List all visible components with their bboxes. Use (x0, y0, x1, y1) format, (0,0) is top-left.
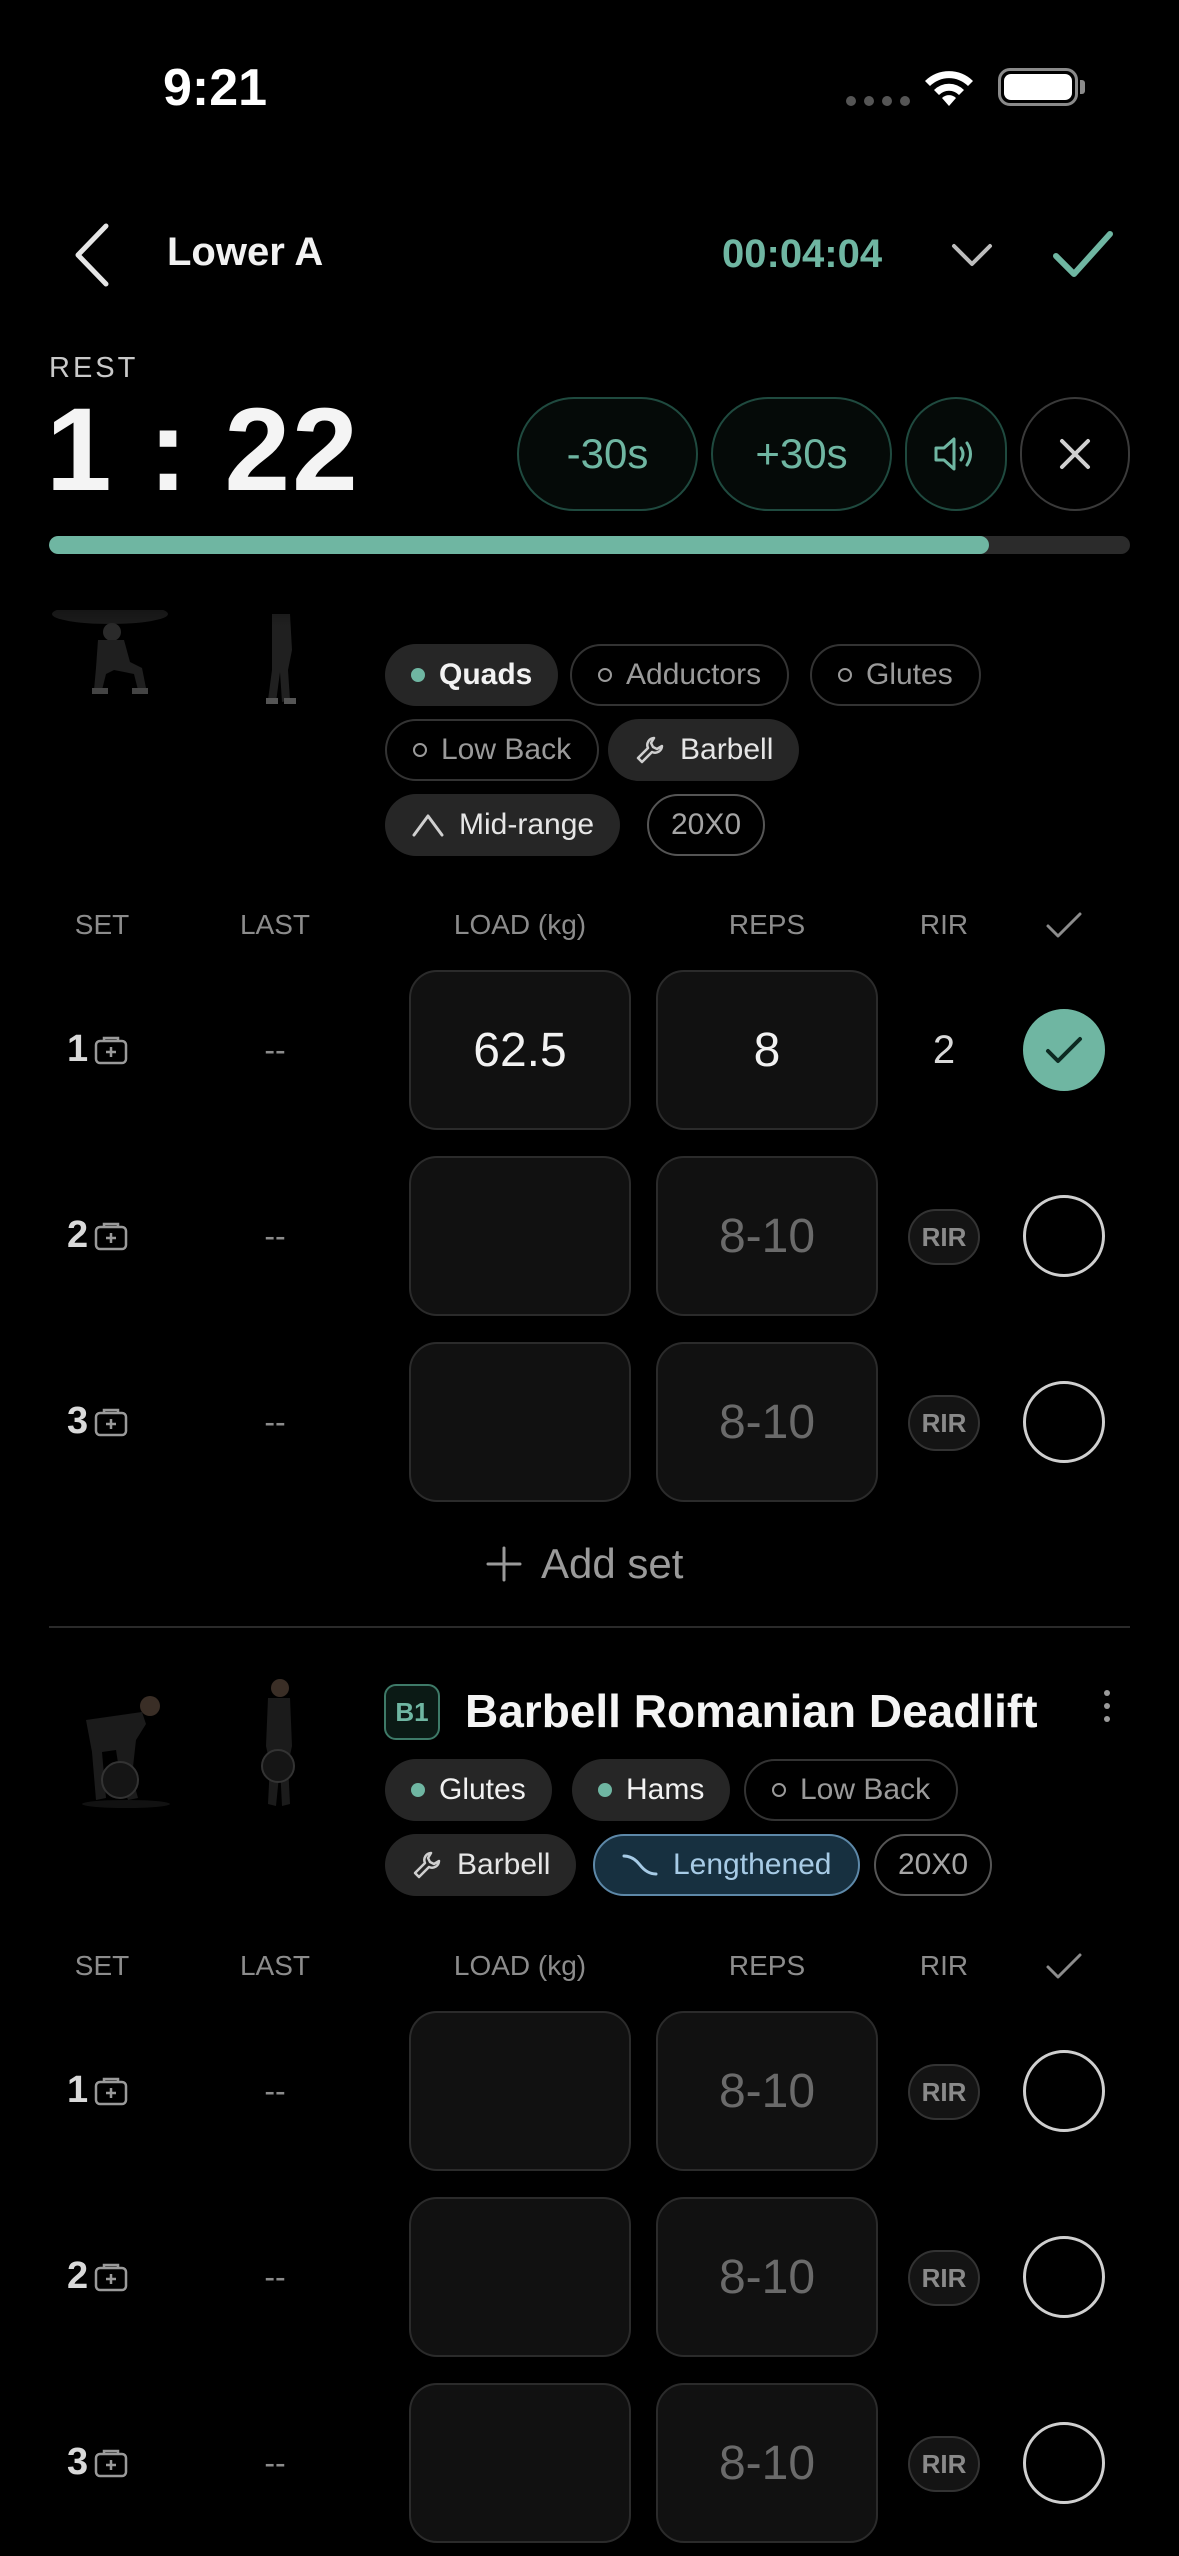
status-time: 9:21 (163, 59, 268, 117)
rest-label: REST (49, 352, 139, 384)
reps-input[interactable]: 8-10 (656, 1342, 878, 1502)
rir-input[interactable]: RIR (908, 2250, 980, 2306)
check-icon (1046, 1037, 1082, 1063)
muscle-chip-adductors[interactable]: Adductors (570, 644, 790, 706)
plus-icon (486, 1546, 522, 1582)
rest-progress-bar (49, 536, 1130, 554)
rest-countdown: 1 : 22 (46, 384, 360, 516)
muscle-chip-low-back[interactable]: Low Back (385, 719, 600, 781)
column-header-set: SET (74, 909, 130, 940)
column-header-load: LOAD (kg) (453, 1950, 587, 1981)
last-value: -- (264, 1404, 286, 1440)
rir-value[interactable]: 2 (904, 1028, 984, 1073)
exercise-thumbnail-rdl-bottom (82, 1696, 170, 1808)
peak-icon (412, 814, 444, 837)
wrench-icon (636, 736, 664, 764)
set-complete-toggle[interactable] (1023, 1381, 1105, 1463)
table-row-set-number[interactable]: 3 (67, 2441, 128, 2484)
reps-input[interactable]: 8-10 (656, 2197, 878, 2357)
reps-input[interactable]: 8-10 (656, 2011, 878, 2171)
column-header-set: SET (74, 1950, 130, 1981)
table-row-set-number[interactable]: 1 (67, 2069, 128, 2112)
back-chevron-icon[interactable] (70, 222, 114, 288)
column-header-check-icon (1046, 912, 1082, 938)
column-header-reps: REPS (728, 1950, 806, 1981)
add-note-icon (94, 1408, 128, 1436)
table-row-set-number[interactable]: 2 (67, 1214, 128, 1257)
set-complete-toggle[interactable] (1023, 1195, 1105, 1277)
exercise-divider (49, 1626, 1130, 1628)
more-options-icon[interactable] (1104, 1690, 1110, 1722)
rest-dismiss-button[interactable] (1020, 397, 1130, 511)
set-complete-toggle[interactable] (1023, 1009, 1105, 1091)
muscle-chip-glutes[interactable]: Glutes (385, 1759, 552, 1821)
cellular-signal-icon (846, 96, 910, 106)
muscle-chip-quads[interactable]: Quads (385, 644, 559, 706)
last-value: -- (264, 2259, 286, 2295)
battery-icon (998, 68, 1078, 106)
tempo-chip[interactable]: 20X0 (874, 1834, 993, 1896)
muscle-chip-hams[interactable]: Hams (572, 1759, 731, 1821)
rest-minus-30s-button[interactable]: -30s (517, 397, 698, 511)
add-note-icon (94, 2263, 128, 2291)
rir-input[interactable]: RIR (908, 2064, 980, 2120)
lengthened-curve-icon (622, 1854, 658, 1876)
column-header-reps: REPS (728, 909, 806, 940)
set-complete-toggle[interactable] (1023, 2236, 1105, 2318)
last-value: -- (264, 2073, 286, 2109)
muscle-chip-glutes[interactable]: Glutes (810, 644, 981, 706)
rir-input[interactable]: RIR (908, 1209, 980, 1265)
rir-input[interactable]: RIR (908, 2436, 980, 2492)
equipment-chip-barbell[interactable]: Barbell (385, 1834, 577, 1896)
column-header-check-icon (1046, 1953, 1082, 1979)
close-icon (1060, 439, 1090, 469)
last-value: -- (264, 2445, 286, 2481)
reps-input[interactable]: 8-10 (656, 2383, 878, 2543)
tempo-chip[interactable]: 20X0 (647, 794, 766, 856)
equipment-chip-barbell[interactable]: Barbell (608, 719, 800, 781)
reps-input[interactable]: 8 (656, 970, 878, 1130)
set-complete-toggle[interactable] (1023, 2050, 1105, 2132)
add-note-icon (94, 1222, 128, 1250)
wifi-icon (925, 71, 973, 106)
range-chip-mid-range[interactable]: Mid-range (385, 794, 621, 856)
table-row-set-number[interactable]: 2 (67, 2255, 128, 2298)
add-note-icon (94, 1036, 128, 1064)
table-row-set-number[interactable]: 1 (67, 1028, 128, 1071)
column-header-last: LAST (239, 909, 311, 940)
column-header-rir: RIR (919, 1950, 969, 1981)
column-header-load: LOAD (kg) (453, 909, 587, 940)
add-note-icon (94, 2077, 128, 2105)
workout-elapsed-timer[interactable]: 00:04:04 (722, 232, 882, 277)
range-chip-lengthened[interactable]: Lengthened (593, 1834, 860, 1896)
last-value: -- (264, 1218, 286, 1254)
add-set-button[interactable]: Add set (485, 1540, 683, 1588)
chevron-down-icon[interactable] (950, 242, 994, 270)
finish-workout-check-icon[interactable] (1052, 228, 1114, 280)
table-row-set-number[interactable]: 3 (67, 1400, 128, 1443)
reps-input[interactable]: 8-10 (656, 1156, 878, 1316)
speaker-icon (934, 437, 972, 471)
rest-plus-30s-button[interactable]: +30s (711, 397, 892, 511)
load-input[interactable] (409, 1342, 631, 1502)
column-header-last: LAST (239, 1950, 311, 1981)
load-input[interactable] (409, 2011, 631, 2171)
rir-input[interactable]: RIR (908, 1395, 980, 1451)
load-input[interactable] (409, 2383, 631, 2543)
exercise-thumbnail-rdl-top (261, 1679, 295, 1806)
add-note-icon (94, 2449, 128, 2477)
rest-progress-fill (49, 536, 990, 554)
exercise-title[interactable]: Barbell Romanian Deadlift (465, 1684, 1038, 1738)
load-input[interactable] (409, 1156, 631, 1316)
load-input[interactable]: 62.5 (409, 970, 631, 1130)
page-title: Lower A (167, 230, 324, 274)
load-input[interactable] (409, 2197, 631, 2357)
rest-sound-button[interactable] (905, 397, 1007, 511)
last-value: -- (264, 1032, 286, 1068)
wrench-icon (413, 1851, 441, 1879)
muscle-chip-low-back[interactable]: Low Back (744, 1759, 959, 1821)
column-header-rir: RIR (919, 909, 969, 940)
set-complete-toggle[interactable] (1023, 2422, 1105, 2504)
superset-badge: B1 (384, 1684, 440, 1740)
